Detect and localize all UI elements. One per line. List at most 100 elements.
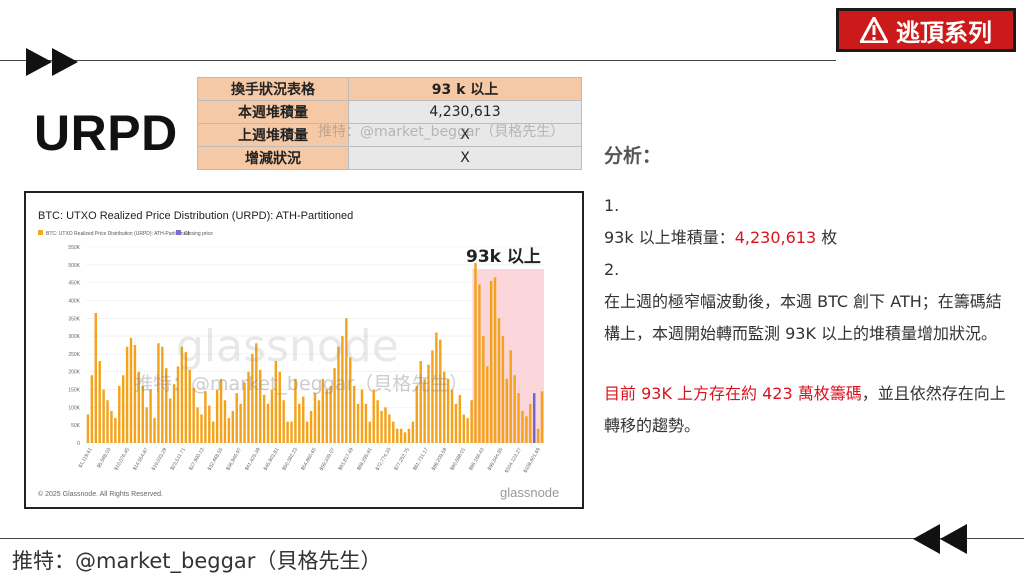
bar — [392, 421, 395, 443]
bar — [305, 421, 309, 443]
x-tick-label: $32,468.55 — [207, 447, 225, 472]
series-badge: 逃頂系列 — [836, 8, 1016, 52]
bar — [223, 400, 227, 443]
row-label: 增減狀況 — [197, 146, 349, 170]
bar — [145, 407, 148, 443]
bar — [110, 410, 113, 443]
x-tick-label: $27,990.13 — [188, 447, 206, 472]
bar — [129, 337, 133, 443]
bar — [262, 394, 266, 443]
bar — [399, 428, 403, 443]
bar — [106, 400, 109, 443]
bar — [94, 312, 97, 443]
y-tick-label: 150K — [68, 388, 80, 394]
bar — [125, 346, 129, 443]
back-arrows-icon — [913, 524, 967, 554]
table-header-label: 換手狀況表格 — [197, 77, 349, 101]
bar — [196, 407, 199, 443]
bar — [497, 318, 501, 443]
bar — [200, 414, 203, 443]
bar — [384, 407, 387, 443]
bar — [153, 418, 156, 443]
y-tick-label: 50K — [71, 423, 81, 429]
bar — [215, 389, 219, 443]
bar — [513, 375, 516, 443]
legend-swatch-urpd — [38, 230, 43, 235]
analysis-conclusion: 目前 93K 上方存在約 423 萬枚籌碼，並且依然存在向上轉移的趨勢。 — [604, 378, 1009, 442]
y-tick-label: 0 — [77, 441, 80, 447]
x-tick-label: $104,123.27 — [504, 447, 523, 474]
bar — [470, 400, 473, 443]
chart-svg: BTC: UTXO Realized Price Distribution (U… — [38, 210, 559, 500]
bar — [168, 398, 172, 443]
bar — [454, 403, 458, 443]
analysis-heading: 分析： — [604, 145, 662, 167]
bar — [239, 403, 242, 443]
chart-logo-watermark: glassnode — [176, 321, 399, 372]
y-tick-label: 500K — [68, 263, 80, 269]
x-tick-label: $63,817.49 — [337, 447, 355, 472]
bar — [86, 414, 90, 443]
y-tick-label: 350K — [68, 316, 80, 322]
bar — [356, 403, 360, 443]
bar — [282, 400, 285, 443]
bottom-divider — [0, 538, 1024, 539]
x-tick-label: $23,511.71 — [170, 447, 188, 472]
x-tick-label: $77,252.75 — [393, 447, 411, 472]
bar — [403, 432, 407, 443]
bar — [364, 403, 368, 443]
x-tick-label: $59,339.07 — [319, 447, 337, 472]
bar — [372, 389, 375, 443]
bar — [121, 375, 125, 443]
y-tick-label: 300K — [68, 334, 80, 340]
footer-handle: 推特：@market_beggar（貝格先生） — [12, 549, 382, 573]
bar — [517, 393, 520, 443]
bar — [458, 394, 462, 443]
bar — [407, 428, 411, 443]
bar — [360, 389, 364, 443]
bar — [486, 366, 489, 443]
table-row: 增減狀況 X — [197, 146, 582, 170]
x-tick-label: $99,644.85 — [487, 447, 505, 472]
bar — [212, 421, 215, 443]
bar — [431, 350, 434, 443]
bar — [388, 414, 391, 443]
bar — [450, 389, 454, 443]
x-tick-label: $14,554.87 — [132, 447, 150, 472]
analysis-item2-text: 在上週的極窄幅波動後，本週 BTC 創下 ATH；在籌碼結構上，本週開始轉而監測… — [604, 292, 1002, 343]
bar — [90, 375, 94, 443]
bar — [474, 263, 477, 443]
bar — [501, 336, 505, 443]
bar — [505, 378, 509, 443]
legend-item-closing: Closing price — [184, 231, 213, 237]
analysis-item1: 93k 以上堆積量：4,230,613 枚 — [604, 222, 1014, 254]
bar — [231, 410, 235, 443]
bar — [192, 387, 195, 443]
x-tick-label: $1,119.61 — [78, 447, 94, 469]
urpd-chart: BTC: UTXO Realized Price Distribution (U… — [24, 191, 584, 509]
y-tick-label: 250K — [68, 352, 80, 358]
top-divider — [0, 60, 836, 61]
analysis-item1-value: 4,230,613 — [734, 228, 817, 247]
bar — [114, 418, 117, 443]
bar — [102, 389, 105, 443]
conclusion-highlight: 目前 93K 上方存在約 423 萬枚籌碼 — [604, 384, 862, 403]
x-tick-label: $81,731.17 — [412, 447, 430, 472]
bar — [395, 428, 399, 443]
bar — [376, 400, 379, 443]
analysis-panel: 分析： 1. 93k 以上堆積量：4,230,613 枚 2. 在上週的極窄幅波… — [604, 140, 1014, 442]
bar — [536, 428, 540, 443]
bar — [313, 393, 317, 443]
bar — [149, 389, 152, 443]
x-tick-label: $41,425.39 — [244, 447, 262, 472]
x-tick-label: $68,295.91 — [356, 447, 374, 472]
bar — [302, 396, 305, 443]
forward-arrows-icon — [26, 48, 78, 76]
x-tick-label: $86,209.59 — [431, 447, 449, 472]
bar — [462, 414, 465, 443]
bar — [540, 391, 544, 443]
table-watermark: 推特：@market_beggar（貝格先生） — [318, 124, 565, 140]
bar — [325, 389, 328, 443]
x-tick-label: $45,903.81 — [263, 447, 281, 472]
bar — [489, 280, 493, 443]
